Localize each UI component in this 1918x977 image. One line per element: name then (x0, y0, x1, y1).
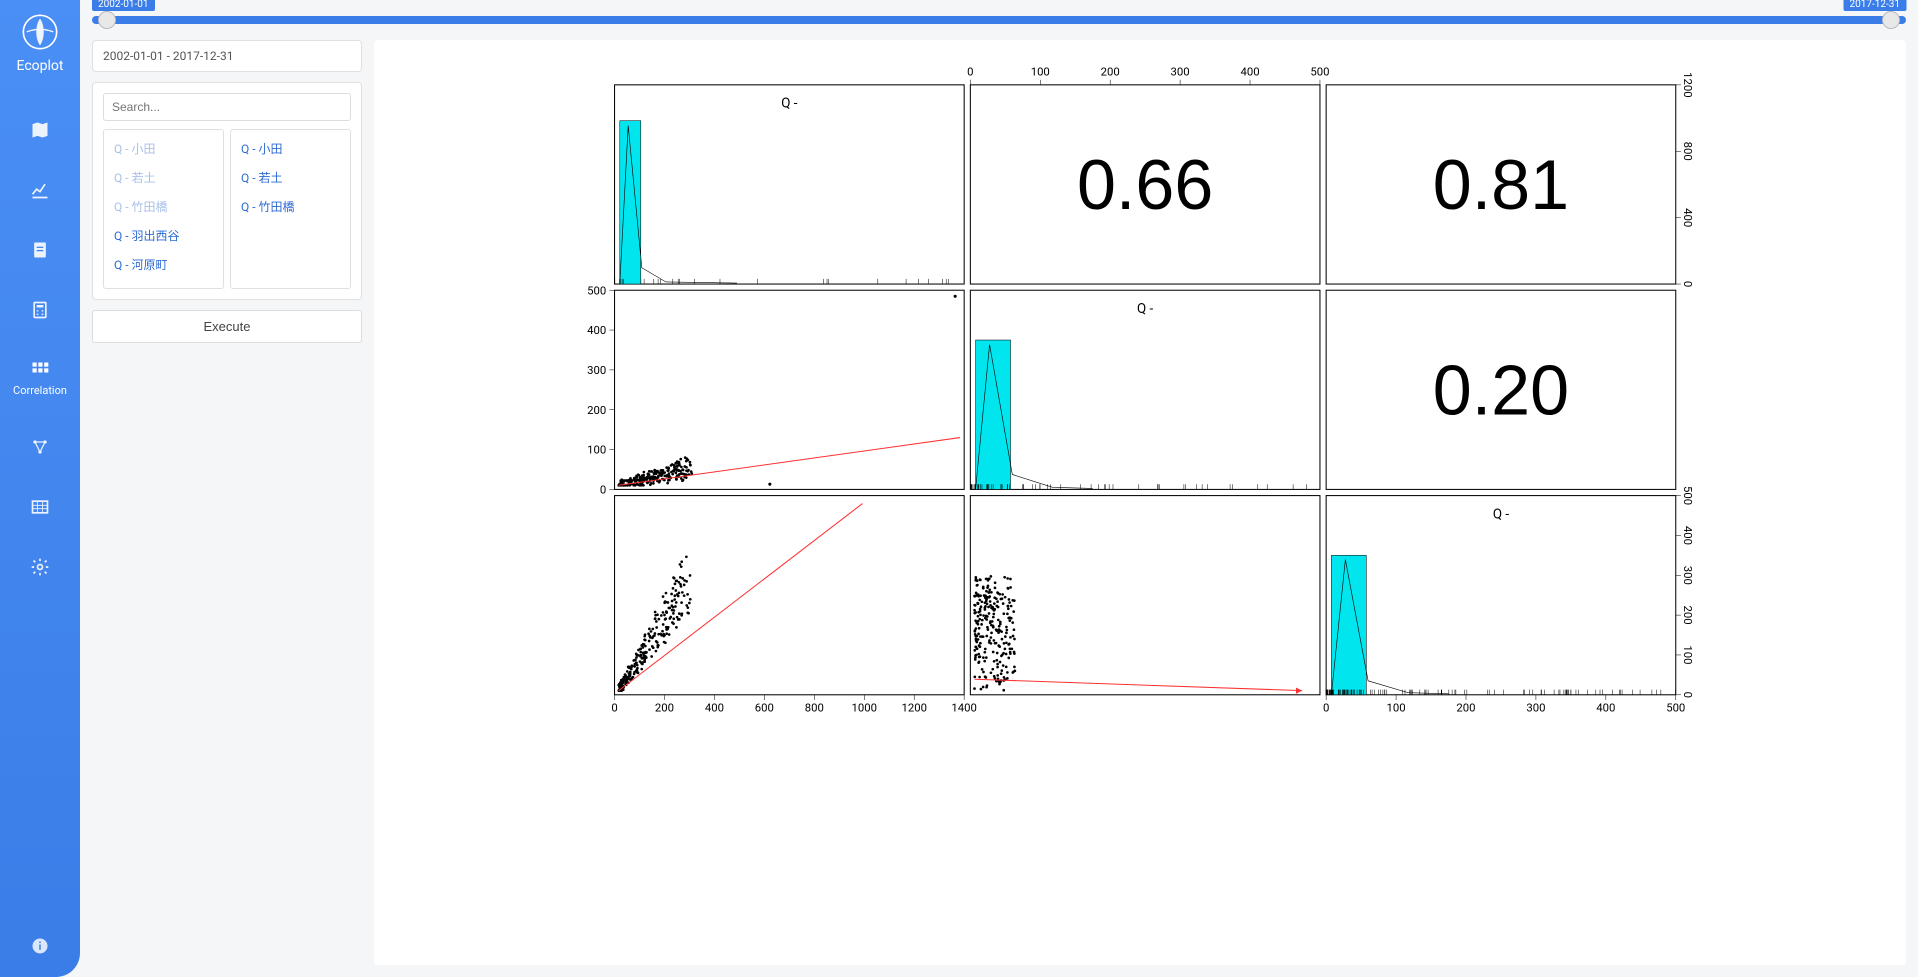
svg-text:1000: 1000 (852, 700, 877, 714)
svg-text:100: 100 (1031, 65, 1050, 79)
svg-text:0: 0 (600, 483, 606, 497)
grid-icon (30, 360, 50, 380)
svg-text:200: 200 (587, 403, 606, 417)
svg-text:Q -: Q - (781, 97, 798, 112)
svg-text:0: 0 (967, 65, 973, 79)
svg-text:200: 200 (1456, 700, 1475, 714)
brand-logo: Ecoplot (17, 12, 64, 74)
svg-text:400: 400 (587, 323, 606, 337)
list-item[interactable]: Q - 小田 (231, 134, 350, 163)
svg-text:300: 300 (1171, 65, 1190, 79)
list-item[interactable]: Q - 若土 (104, 163, 223, 192)
control-panel: 2002-01-01 - 2017-12-31 Q - 小田Q - 若土Q - … (92, 40, 362, 965)
execute-button[interactable]: Execute (92, 310, 362, 343)
date-range-input[interactable]: 2002-01-01 - 2017-12-31 (92, 40, 362, 72)
svg-text:400: 400 (1240, 65, 1259, 79)
nav-item-network[interactable]: Network (0, 431, 80, 463)
timeline-slider[interactable]: 2002-01-01 2017-12-31 (80, 0, 1918, 40)
svg-text:0: 0 (1681, 281, 1695, 287)
svg-text:300: 300 (587, 363, 606, 377)
svg-text:400: 400 (1681, 526, 1695, 545)
correlation-matrix-plot: Q - Q - Q - 0.66 0.81 0.20 0 100 200 300 400 500 0 20… (390, 56, 1890, 736)
list-item[interactable]: Q - 羽出西谷 (104, 221, 223, 250)
chart-area: Q - Q - Q - 0.66 0.81 0.20 0 100 200 300 400 500 0 20… (374, 40, 1906, 965)
list-item[interactable]: Q - 河原町 (104, 250, 223, 279)
svg-text:1400: 1400 (951, 700, 976, 714)
list-item[interactable]: Q - 若土 (231, 163, 350, 192)
svg-text:300: 300 (1681, 566, 1695, 585)
map-icon (30, 120, 50, 140)
gear-icon (30, 557, 50, 577)
nav-item-correlation[interactable]: Correlation (0, 354, 80, 403)
svg-text:300: 300 (1526, 700, 1545, 714)
svg-text:1200: 1200 (1681, 72, 1695, 97)
network-icon (30, 437, 50, 457)
svg-text:400: 400 (1681, 208, 1695, 227)
list-item[interactable]: Q - 竹田橋 (104, 192, 223, 221)
lists-row: Q - 小田Q - 若土Q - 竹田橋Q - 羽出西谷Q - 河原町 Q - 小… (103, 129, 351, 289)
svg-text:200: 200 (1101, 65, 1120, 79)
svg-text:800: 800 (805, 700, 824, 714)
svg-text:800: 800 (1681, 142, 1695, 161)
leaf-globe-icon (20, 12, 60, 52)
line-chart-icon (30, 180, 50, 200)
svg-text:500: 500 (1310, 65, 1329, 79)
svg-text:Q -: Q - (1137, 302, 1154, 317)
timeline-handle-start[interactable] (98, 11, 116, 29)
svg-text:600: 600 (755, 700, 774, 714)
svg-text:100: 100 (1681, 645, 1695, 664)
svg-text:Q -: Q - (1493, 507, 1510, 522)
nav-item-settings[interactable]: Settings (0, 551, 80, 583)
svg-text:1200: 1200 (901, 700, 926, 714)
svg-text:0: 0 (611, 700, 617, 714)
nav-item-report[interactable]: Report (0, 234, 80, 266)
svg-text:400: 400 (705, 700, 724, 714)
nav: Map Chart Report Calc Correlation Networ… (0, 114, 80, 583)
svg-text:0: 0 (1323, 700, 1329, 714)
nav-item-table[interactable]: Table (0, 491, 80, 523)
brand-name: Ecoplot (17, 58, 64, 74)
selected-list[interactable]: Q - 小田Q - 若土Q - 竹田橋 (230, 129, 351, 289)
document-icon (30, 240, 50, 260)
svg-text:200: 200 (655, 700, 674, 714)
svg-text:0: 0 (1681, 692, 1695, 698)
sidebar-info[interactable] (31, 937, 49, 959)
svg-text:100: 100 (1387, 700, 1406, 714)
svg-text:0.20: 0.20 (1433, 352, 1569, 430)
list-item[interactable]: Q - 竹田橋 (231, 192, 350, 221)
date-range-text: 2002-01-01 - 2017-12-31 (103, 49, 233, 63)
timeline-start-label: 2002-01-01 (92, 0, 155, 11)
timeline-track[interactable]: 2002-01-01 2017-12-31 (92, 16, 1906, 24)
timeline-end-label: 2017-12-31 (1844, 0, 1907, 11)
search-input[interactable] (103, 93, 351, 121)
content-row: 2002-01-01 - 2017-12-31 Q - 小田Q - 若土Q - … (80, 40, 1918, 977)
svg-text:500: 500 (1666, 700, 1685, 714)
info-icon (31, 937, 49, 955)
svg-text:500: 500 (587, 283, 606, 297)
main: 2002-01-01 2017-12-31 2002-01-01 - 2017-… (80, 0, 1918, 977)
svg-text:0.81: 0.81 (1433, 146, 1569, 224)
svg-text:400: 400 (1596, 700, 1615, 714)
table-icon (30, 497, 50, 517)
timeline-handle-end[interactable] (1882, 11, 1900, 29)
svg-text:100: 100 (587, 443, 606, 457)
sidebar: Ecoplot Map Chart Report Calc Correlatio… (0, 0, 80, 977)
svg-text:500: 500 (1681, 486, 1695, 505)
available-list[interactable]: Q - 小田Q - 若土Q - 竹田橋Q - 羽出西谷Q - 河原町 (103, 129, 224, 289)
list-item[interactable]: Q - 小田 (104, 134, 223, 163)
nav-item-timeseries[interactable]: Chart (0, 174, 80, 206)
calculator-icon (30, 300, 50, 320)
nav-item-calc[interactable]: Calc (0, 294, 80, 326)
svg-text:0.66: 0.66 (1077, 146, 1213, 224)
nav-item-map[interactable]: Map (0, 114, 80, 146)
svg-text:200: 200 (1681, 606, 1695, 625)
variable-picker: Q - 小田Q - 若土Q - 竹田橋Q - 羽出西谷Q - 河原町 Q - 小… (92, 82, 362, 300)
